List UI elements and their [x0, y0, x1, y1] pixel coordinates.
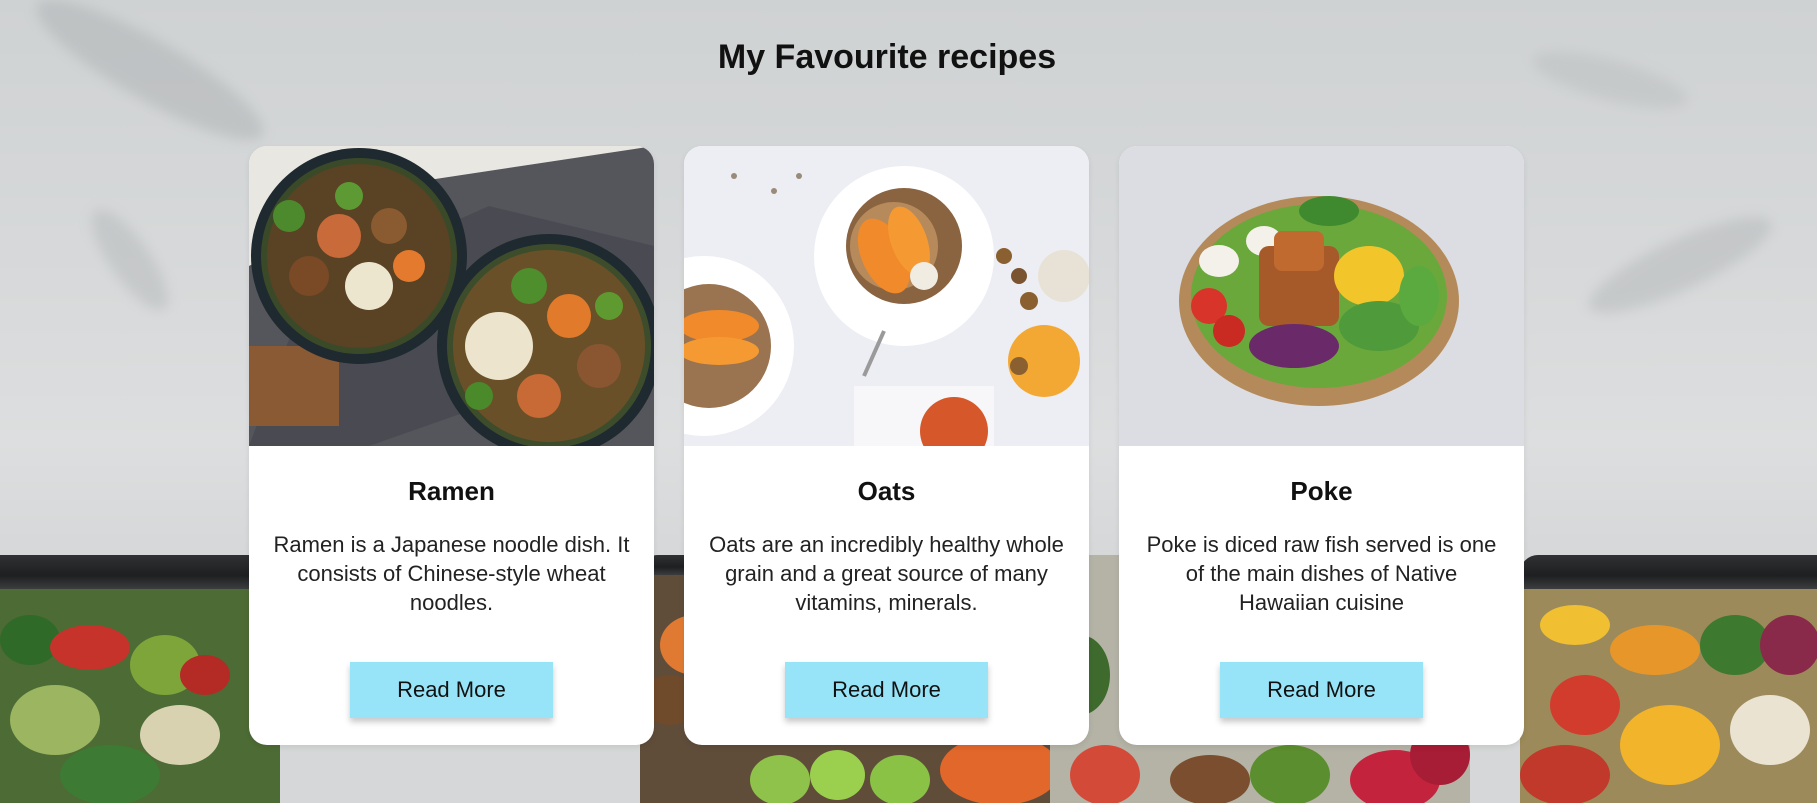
page-title: My Favourite recipes — [717, 38, 1057, 76]
recipe-description: Poke is diced raw fish served is one of … — [1146, 532, 1497, 615]
recipe-description: Ramen is a Japanese noodle dish. It cons… — [273, 532, 630, 615]
background-marble-vein — [22, 0, 278, 161]
recipe-title: Poke — [1290, 476, 1353, 506]
background-marble-vein — [1578, 200, 1782, 330]
food-jar-right — [1520, 555, 1817, 803]
poke-photo — [1119, 146, 1524, 446]
oats-image — [684, 146, 1089, 446]
background-marble-vein — [79, 199, 181, 321]
read-more-button[interactable]: Read More — [785, 662, 988, 718]
ramen-photo — [249, 146, 654, 446]
recipe-card-oats: Oats Oats are an incredibly healthy whol… — [684, 146, 1089, 745]
recipe-description: Oats are an incredibly healthy whole gra… — [709, 532, 1064, 615]
oats-photo — [684, 146, 1089, 446]
recipe-card-ramen: Ramen Ramen is a Japanese noodle dish. I… — [249, 146, 654, 745]
recipe-card-poke: Poke Poke is diced raw fish served is on… — [1119, 146, 1524, 745]
read-more-button[interactable]: Read More — [350, 662, 553, 718]
recipe-title: Oats — [857, 476, 916, 506]
recipe-title: Ramen — [408, 476, 495, 506]
page: My Favourite recipes Ramen Ramen is a Ja… — [0, 0, 1817, 803]
poke-image — [1119, 146, 1524, 446]
read-more-button[interactable]: Read More — [1220, 662, 1423, 718]
ramen-image — [249, 146, 654, 446]
food-jar-left — [0, 555, 280, 803]
